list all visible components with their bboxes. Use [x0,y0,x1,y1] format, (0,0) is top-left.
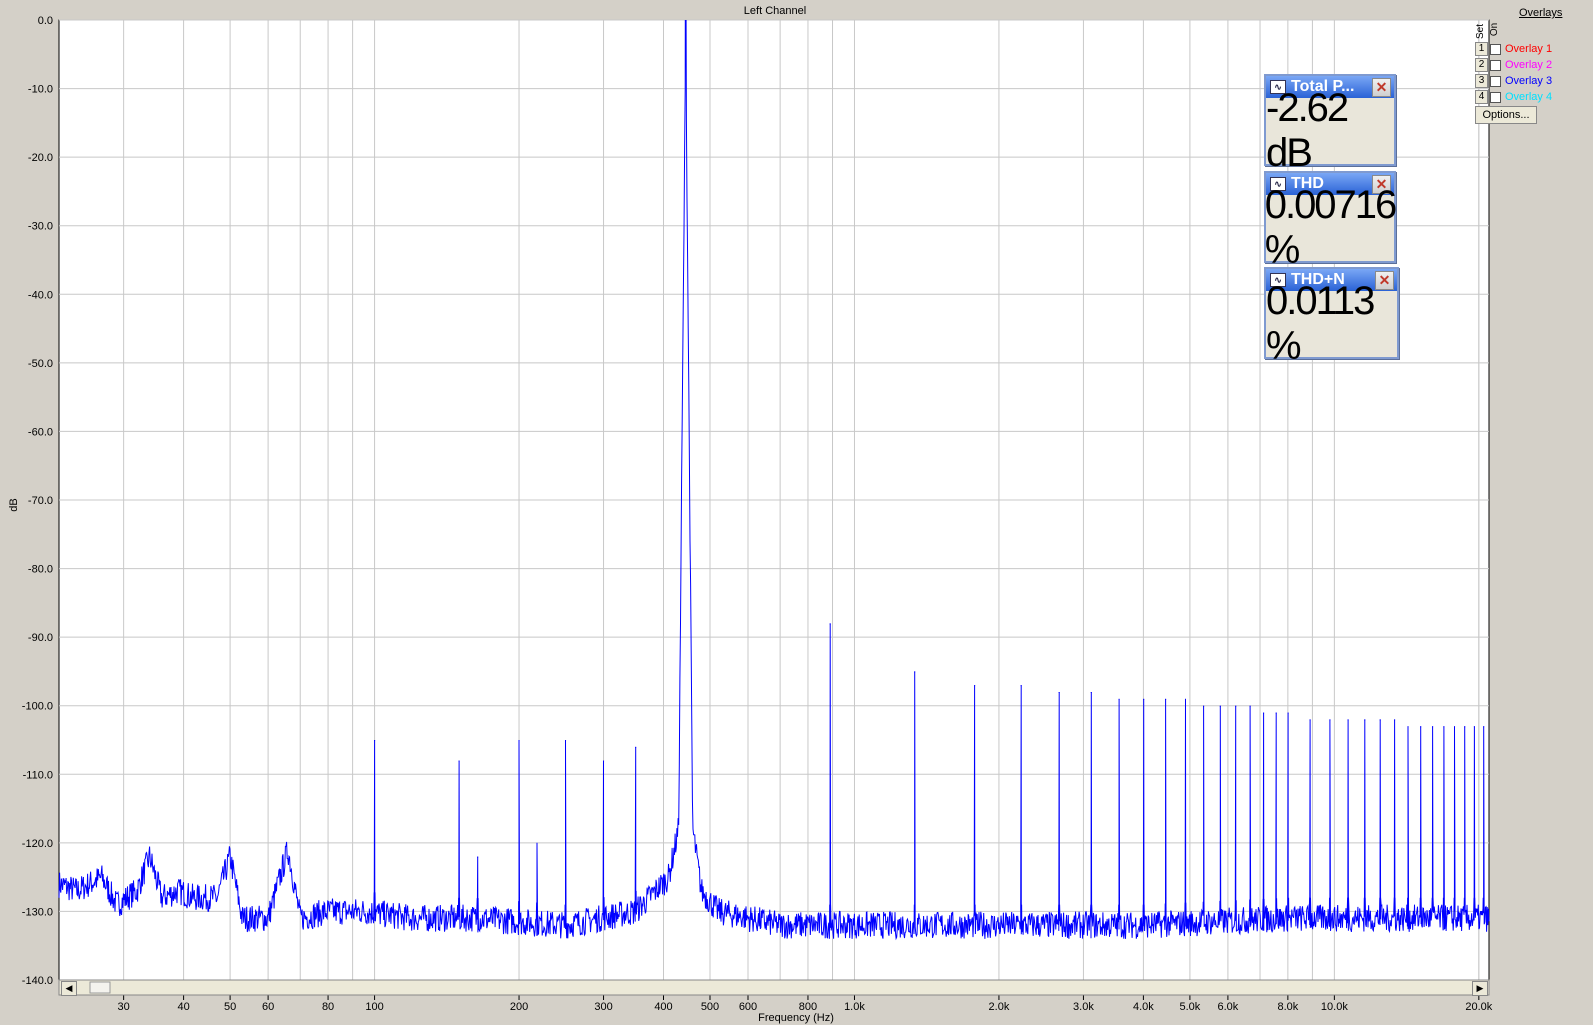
horizontal-scrollbar[interactable] [58,979,1490,996]
x-tick-label: 500 [701,1001,719,1013]
overlays-header: Overlays [1519,7,1563,19]
x-tick-label: 1.0k [844,1001,865,1013]
y-tick-label: -100.0 [22,701,53,713]
total-power-meter: ∿ Total P... ✕ -2.62 dB [1264,74,1396,175]
x-tick-label: 2.0k [989,1001,1010,1013]
y-tick-label: -40.0 [28,289,53,301]
y-tick-label: -30.0 [28,221,53,233]
overlay-set-button[interactable]: 2 [1475,58,1488,72]
y-tick-label: -130.0 [22,906,53,918]
x-tick-label: 60 [262,1001,274,1013]
x-tick-label: 200 [510,1001,528,1013]
x-tick-label: 80 [322,1001,334,1013]
scrollbar-thumb[interactable] [89,981,111,994]
y-tick-label: -60.0 [28,426,53,438]
y-tick-label: -110.0 [23,769,53,781]
meter-value: -2.62 dB [1266,86,1349,175]
overlay-row-1: 1 Overlay 1 [1475,42,1552,56]
y-tick-label: -120.0 [22,838,53,850]
overlay-label: Overlay 2 [1505,59,1553,71]
y-tick-label: -10.0 [28,84,53,96]
y-tick-label: 0.0 [38,15,53,27]
overlay-on-checkbox[interactable] [1490,43,1501,55]
overlay-row-3: 3 Overlay 3 [1475,74,1552,88]
overlay-label: Overlay 3 [1505,75,1553,87]
overlay-row-2: 2 Overlay 2 [1475,58,1552,72]
x-axis-ticks: 30 40 50 60 80 100 200 300 400 500 600 800 1.0k 2.0k 3… [118,995,1493,1013]
x-tick-label: 50 [224,1001,236,1013]
overlay-set-button[interactable]: 4 [1475,90,1488,104]
x-tick-label: 300 [594,1001,612,1013]
y-tick-label: -70.0 [28,495,53,507]
y-axis-label: dB [8,498,20,511]
y-tick-label: -80.0 [28,564,53,576]
x-tick-label: 4.0k [1133,1001,1154,1013]
overlay-label: Overlay 4 [1505,91,1553,103]
x-tick-label: 400 [654,1001,672,1013]
overlay-set-button[interactable]: 1 [1475,42,1488,56]
overlay-on-checkbox[interactable] [1490,75,1501,87]
overlay-row-4: 4 Overlay 4 [1475,90,1552,104]
options-button[interactable]: Options... [1475,106,1537,124]
x-axis-label: Frequency (Hz) [758,1012,834,1024]
x-tick-label: 40 [177,1001,189,1013]
x-tick-label: 30 [118,1001,130,1013]
y-tick-label: -50.0 [28,358,53,370]
y-tick-label: -140.0 [22,975,53,987]
x-tick-label: 6.0k [1218,1001,1239,1013]
overlay-label: Overlay 1 [1505,43,1553,55]
y-axis-ticks: 0.0 -10.0 -20.0 -30.0 -40.0 -50.0 -60.0 -70.0 -8… [22,15,53,987]
overlay-on-checkbox[interactable] [1490,91,1501,103]
scroll-left-button[interactable]: ◀ [61,981,77,996]
y-tick-label: -20.0 [28,152,53,164]
x-tick-label: 10.0k [1321,1001,1348,1013]
overlay-set-button[interactable]: 3 [1475,74,1488,88]
x-tick-label: 3.0k [1073,1001,1094,1013]
set-column-label: Set [1475,23,1487,40]
thd-n-meter: ∿ THD+N ✕ 0.0113 % [1264,267,1399,368]
y-tick-label: -90.0 [28,632,53,644]
meter-value: 0.0113 % [1266,279,1375,368]
chart-title: Left Channel [744,5,806,17]
overlay-on-checkbox[interactable] [1490,59,1501,71]
x-tick-label: 5.0k [1180,1001,1201,1013]
x-tick-label: 600 [739,1001,757,1013]
on-column-label: On [1489,22,1501,37]
meter-value: 0.00716 % [1264,183,1398,272]
x-tick-label: 8.0k [1277,1001,1298,1013]
thd-meter: ∿ THD ✕ 0.00716 % [1264,171,1398,272]
overlays-panel: Overlays Set On 1 Overlay 1 2 Overlay 2 … [1475,0,1593,1025]
x-tick-label: 100 [365,1001,383,1013]
